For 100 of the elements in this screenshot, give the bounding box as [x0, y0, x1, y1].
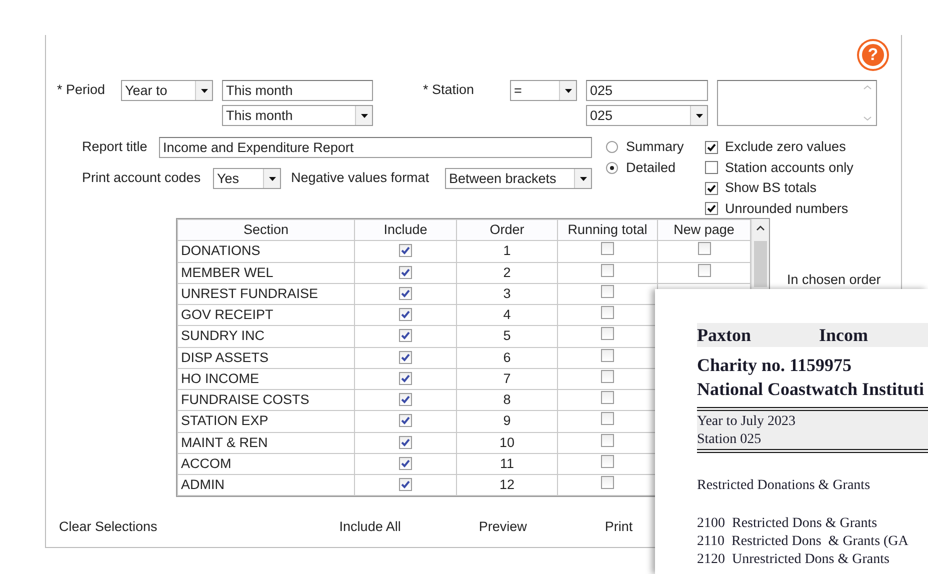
radio-label: Detailed [626, 158, 676, 177]
table-cell: DONATIONS [178, 240, 354, 262]
table-cell: UNREST FUNDRAISE [178, 283, 354, 304]
column-header: Order [456, 220, 558, 241]
negative-format-label: Negative values format [291, 169, 430, 187]
column-header: Running total [558, 220, 658, 241]
account-line: 2110 Restricted Dons & Grants (GA [697, 533, 910, 551]
checkbox[interactable] [705, 140, 718, 154]
table-cell: SUNDRY INC [178, 326, 354, 347]
checkbox[interactable] [601, 284, 614, 298]
radio-button[interactable] [606, 162, 618, 174]
table-cell: DISP ASSETS [178, 347, 354, 368]
checkbox-label: Unrounded numbers [725, 200, 848, 218]
report-title-field[interactable]: Income and Expenditure Report [159, 137, 592, 158]
checkbox[interactable] [698, 242, 710, 256]
checkbox[interactable] [601, 412, 614, 426]
checkbox[interactable] [705, 161, 718, 174]
checkbox[interactable] [399, 372, 412, 385]
checkbox[interactable] [698, 264, 710, 276]
account-codes-select[interactable]: Yes [213, 168, 281, 189]
account-line: 2120 Unrestricted Dons & Grants [697, 551, 890, 569]
period-mode-select[interactable]: Year to [121, 80, 213, 101]
checkbox-label: Station accounts only [725, 158, 854, 177]
period-label: * Period [57, 81, 106, 99]
action-button[interactable]: Include All [339, 517, 401, 538]
checkbox[interactable] [399, 414, 412, 428]
radio-button[interactable] [606, 141, 618, 154]
dropdown-arrow-icon [200, 88, 208, 92]
table-cell: 5 [456, 326, 558, 347]
station-from-field[interactable]: 025 [586, 80, 708, 101]
column-header: Include [354, 220, 456, 241]
station-list-field[interactable] [717, 80, 877, 126]
checkbox[interactable] [601, 327, 614, 340]
table-cell: 4 [456, 304, 558, 326]
scroll-up-icon[interactable] [756, 225, 765, 231]
station-to-select[interactable]: 025 [586, 105, 708, 126]
table-cell: 8 [456, 390, 558, 411]
table-cell: HO INCOME [178, 368, 354, 390]
action-button[interactable]: Preview [478, 517, 527, 538]
checkbox[interactable] [601, 454, 614, 468]
checkbox[interactable] [399, 266, 412, 278]
checkbox[interactable] [601, 391, 614, 404]
account-codes-label: Print account codes [82, 169, 202, 187]
checkbox[interactable] [399, 329, 412, 342]
checkbox[interactable] [601, 370, 614, 383]
table-cell: 3 [456, 283, 558, 304]
table-cell: ACCOM [178, 453, 354, 474]
table-cell: FUNDRAISE COSTS [178, 390, 354, 411]
dropdown-arrow-icon [360, 114, 368, 118]
station-label: * Station [423, 81, 476, 99]
checkbox[interactable] [399, 308, 412, 321]
checkbox[interactable] [601, 348, 614, 362]
section-heading: Restricted Donations & Grants [697, 477, 872, 495]
table-cell: MEMBER WEL [178, 262, 354, 284]
report-title-label: Report title [82, 138, 148, 156]
table-cell: 2 [456, 262, 558, 284]
dropdown-arrow-icon [696, 114, 702, 118]
checkbox[interactable] [601, 476, 614, 489]
company-name: Paxton [697, 324, 751, 347]
organisation-name: National Coastwatch Instituti [697, 378, 926, 401]
checkbox[interactable] [399, 456, 412, 470]
table-cell: MAINT & REN [178, 432, 354, 454]
scrollbar-thumb[interactable] [754, 241, 767, 287]
table-cell: GOV RECEIPT [178, 304, 354, 326]
table-cell: 1 [456, 240, 558, 262]
radio-label: Summary [626, 138, 684, 156]
action-button[interactable]: Print [604, 517, 633, 538]
checkbox[interactable] [399, 286, 412, 300]
dropdown-arrow-icon [580, 176, 586, 180]
checkbox[interactable] [399, 350, 412, 364]
dropdown-arrow-icon [268, 176, 276, 180]
checkbox-label: Show BS totals [725, 179, 817, 198]
checkbox[interactable] [705, 182, 718, 195]
checkbox[interactable] [399, 436, 412, 448]
negative-format-select[interactable]: Between brackets [445, 168, 592, 189]
period-from-field[interactable]: This month [222, 80, 373, 101]
checkbox[interactable] [601, 242, 614, 256]
checkbox[interactable] [399, 393, 412, 406]
table-cell: 12 [456, 474, 558, 496]
table-cell: 9 [456, 410, 558, 432]
period-to-select[interactable]: This month [222, 105, 373, 126]
checkbox[interactable] [399, 244, 412, 258]
table-cell: 7 [456, 368, 558, 390]
dropdown-arrow-icon [564, 88, 572, 92]
side-note: In chosen order [787, 271, 881, 289]
report-station: Station 025 [697, 431, 762, 449]
station-operator-select[interactable]: = [510, 80, 577, 101]
account-line: 2100 Restricted Dons & Grants [697, 515, 878, 533]
column-header: New page [658, 220, 750, 241]
checkbox[interactable] [601, 264, 614, 276]
table-cell: 10 [456, 432, 558, 454]
report-period: Year to July 2023 [697, 413, 797, 431]
checkbox[interactable] [705, 202, 718, 216]
checkbox[interactable] [601, 306, 614, 319]
checkbox-label: Exclude zero values [725, 138, 846, 156]
action-button[interactable]: Clear Selections [59, 517, 158, 538]
checkbox[interactable] [601, 434, 614, 446]
table-cell: 6 [456, 347, 558, 368]
table-cell: 11 [456, 453, 558, 474]
checkbox[interactable] [399, 478, 412, 491]
